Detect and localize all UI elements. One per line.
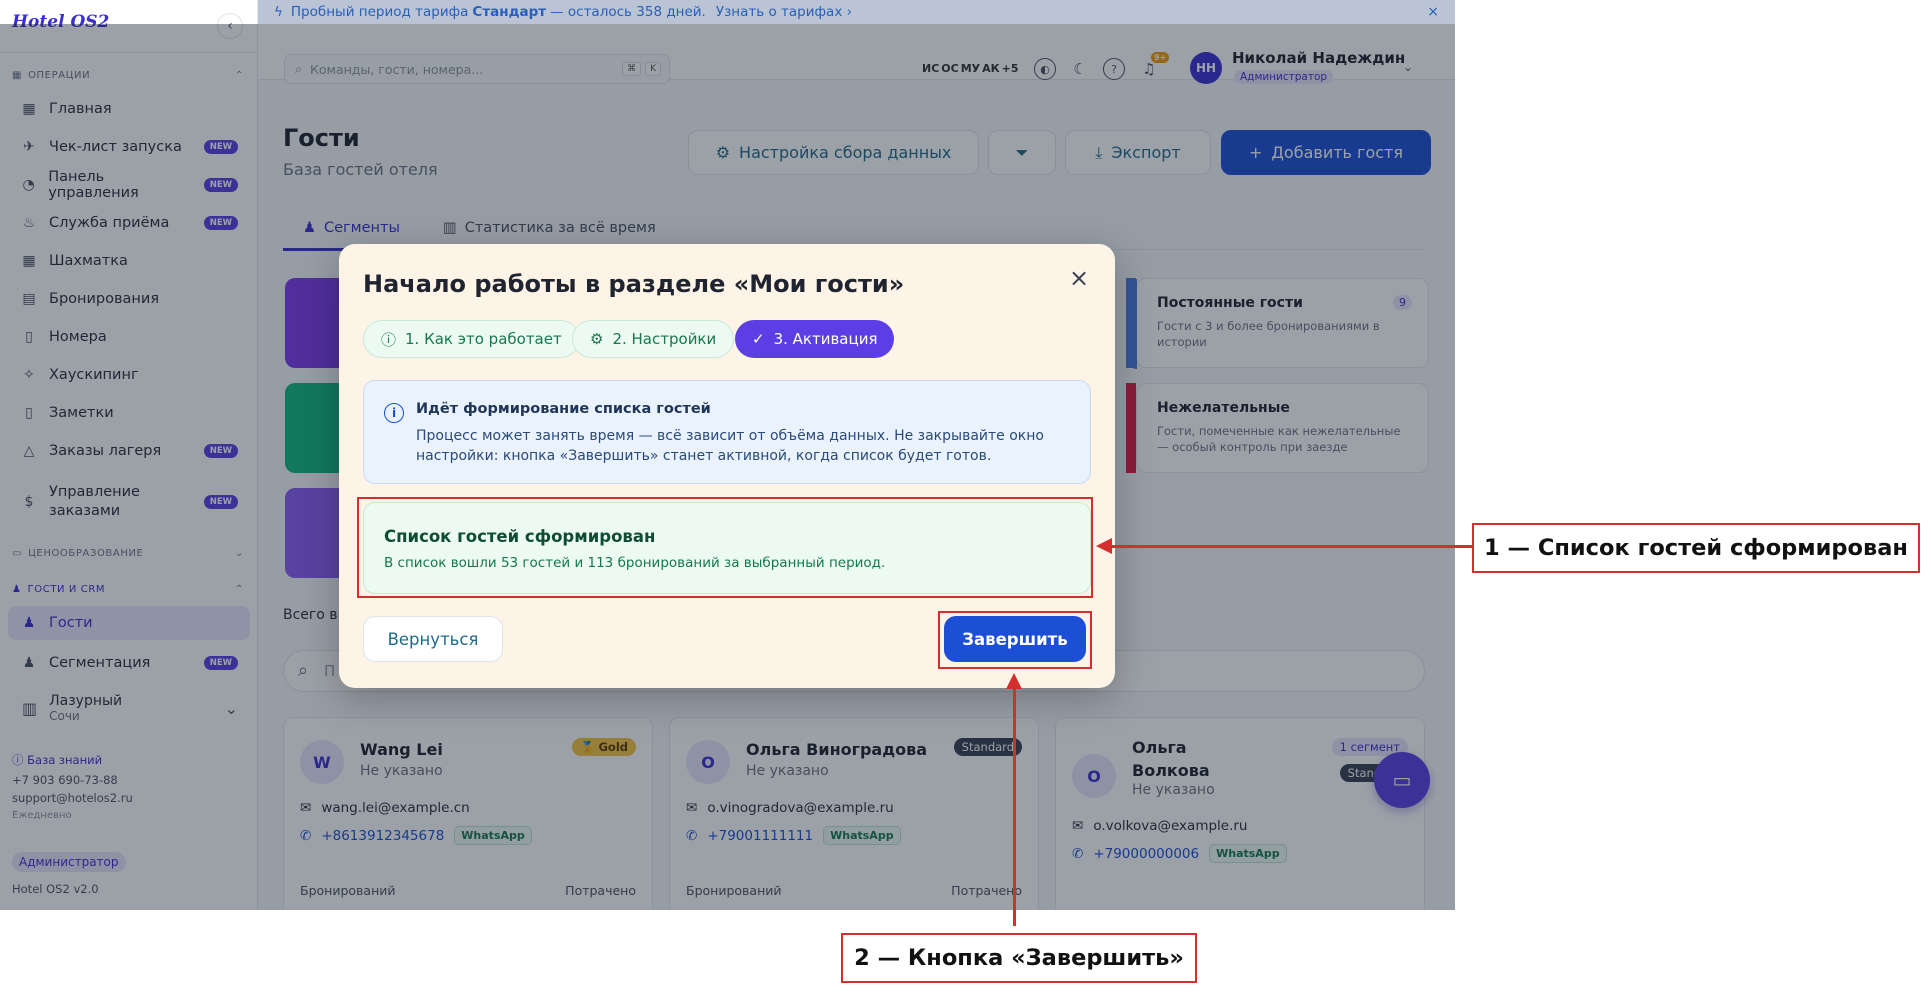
info-icon: i [384, 403, 404, 423]
highlight-finish-button [938, 611, 1092, 669]
annotation-callout-1: 1 — Список гостей сформирован [1472, 523, 1920, 573]
arrow-line [1013, 688, 1016, 926]
app-window: Hotel OS2 ‹ ▦ ОПЕРАЦИИ ⌃ ▦ Главная ✈ Чек-л… [0, 0, 1455, 910]
step-how-it-works[interactable]: ⓘ 1. Как это работает [363, 320, 580, 358]
annotation-callout-2: 2 — Кнопка «Завершить» [841, 933, 1197, 983]
arrow-head [1096, 538, 1112, 554]
arrow-head [1006, 673, 1022, 689]
close-icon[interactable]: × [1069, 266, 1089, 290]
modal-backdrop-top [258, 0, 1455, 24]
step-settings[interactable]: ⚙ 2. Настройки [572, 320, 735, 358]
gear-icon: ⚙ [590, 330, 604, 348]
highlight-success-panel [357, 497, 1093, 598]
arrow-line [1110, 545, 1472, 548]
info-icon: ⓘ [381, 330, 397, 349]
step-activation[interactable]: ✓ 3. Активация [735, 320, 895, 358]
check-circle-icon: ✓ [752, 330, 765, 348]
back-button[interactable]: Вернуться [363, 616, 503, 662]
modal-title: Начало работы в разделе «Мои гости» [363, 270, 905, 298]
info-panel: i Идёт формирование списка гостей Процес… [363, 380, 1091, 484]
